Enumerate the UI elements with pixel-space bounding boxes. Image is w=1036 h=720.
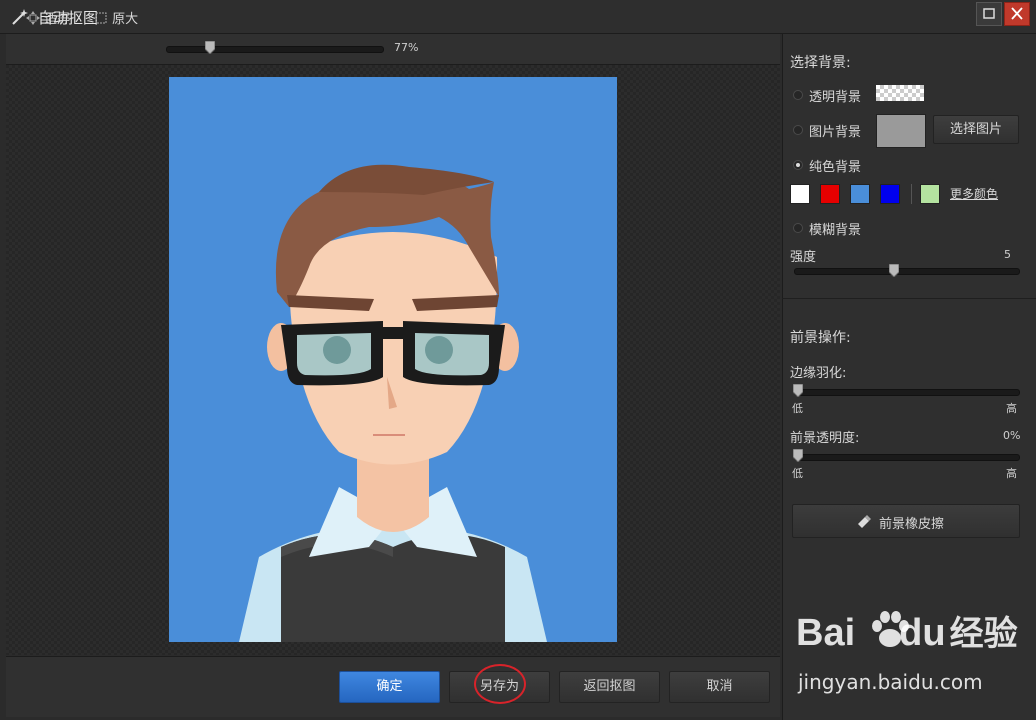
opacity-high-label: 高 [1006, 467, 1017, 480]
watermark-suffix: 经验 [949, 615, 1018, 653]
fit-screen-button[interactable]: 适屏 [26, 8, 70, 27]
solid-bg-radio[interactable] [793, 160, 803, 170]
swatch-red[interactable] [820, 184, 840, 204]
back-to-cutout-button[interactable]: 返回抠图 [559, 671, 660, 703]
transparent-bg-radio[interactable] [793, 90, 803, 100]
toolbar [6, 34, 780, 65]
image-bg-label: 图片背景 [809, 125, 862, 140]
close-button[interactable] [1004, 2, 1030, 26]
fit-screen-icon [26, 11, 40, 25]
eraser-icon [858, 515, 871, 528]
feather-slider-track[interactable] [794, 389, 1020, 396]
original-size-button[interactable]: 原大 [94, 8, 138, 27]
panel-divider [782, 298, 1036, 299]
swatch-green[interactable] [920, 184, 940, 204]
background-heading: 选择背景: [790, 55, 851, 71]
foreground-eraser-label: 前景橡皮擦 [879, 517, 945, 532]
feather-label: 边缘羽化: [790, 366, 847, 381]
image-bg-preview [876, 114, 926, 148]
swatch-blue[interactable] [880, 184, 900, 204]
more-colors-link[interactable]: 更多颜色 [950, 185, 998, 202]
blur-bg-label: 模糊背景 [809, 223, 862, 238]
close-icon [1011, 7, 1023, 20]
cancel-button[interactable]: 取消 [669, 671, 770, 703]
transparent-bg-label: 透明背景 [809, 90, 862, 105]
highlight-circle [474, 664, 526, 704]
opacity-low-label: 低 [792, 467, 803, 480]
avatar-illustration [169, 77, 617, 642]
swatch-white[interactable] [790, 184, 810, 204]
swatch-blue-light[interactable] [850, 184, 870, 204]
opacity-slider-handle[interactable] [793, 449, 803, 462]
feather-slider-handle[interactable] [793, 384, 803, 397]
watermark-brand: Bai [796, 612, 856, 654]
blur-bg-radio[interactable] [793, 223, 803, 233]
zoom-slider-track[interactable] [166, 46, 384, 53]
baidu-watermark: Bai du 经验 jingyan.baidu.com [796, 606, 1032, 696]
opacity-value: 0% [1003, 429, 1021, 442]
choose-image-button[interactable]: 选择图片 [933, 115, 1019, 144]
title-bar [0, 0, 1036, 34]
original-size-icon [95, 12, 107, 24]
zoom-slider-handle[interactable] [205, 41, 215, 54]
zoom-value: 77% [394, 41, 419, 54]
strength-value: 5 [1004, 248, 1011, 261]
confirm-button[interactable]: 确定 [339, 671, 440, 703]
maximize-icon [983, 8, 995, 19]
swatch-divider [911, 184, 912, 204]
strength-slider-handle[interactable] [889, 264, 899, 277]
photo-preview [169, 77, 617, 642]
strength-slider-track[interactable] [794, 268, 1020, 275]
watermark-url: jingyan.baidu.com [798, 670, 983, 694]
feather-low-label: 低 [792, 402, 803, 415]
image-bg-radio[interactable] [793, 125, 803, 135]
strength-label: 强度 [790, 250, 817, 265]
opacity-slider-track[interactable] [794, 454, 1020, 461]
fit-screen-label: 适屏 [44, 12, 71, 27]
maximize-button[interactable] [976, 2, 1002, 26]
solid-bg-label: 纯色背景 [809, 160, 862, 175]
opacity-label: 前景透明度: [790, 431, 860, 446]
original-size-label: 原大 [112, 12, 139, 27]
foreground-heading: 前景操作: [790, 330, 851, 346]
feather-high-label: 高 [1006, 402, 1017, 415]
paw-icon [872, 611, 909, 647]
transparent-preview [876, 85, 924, 101]
